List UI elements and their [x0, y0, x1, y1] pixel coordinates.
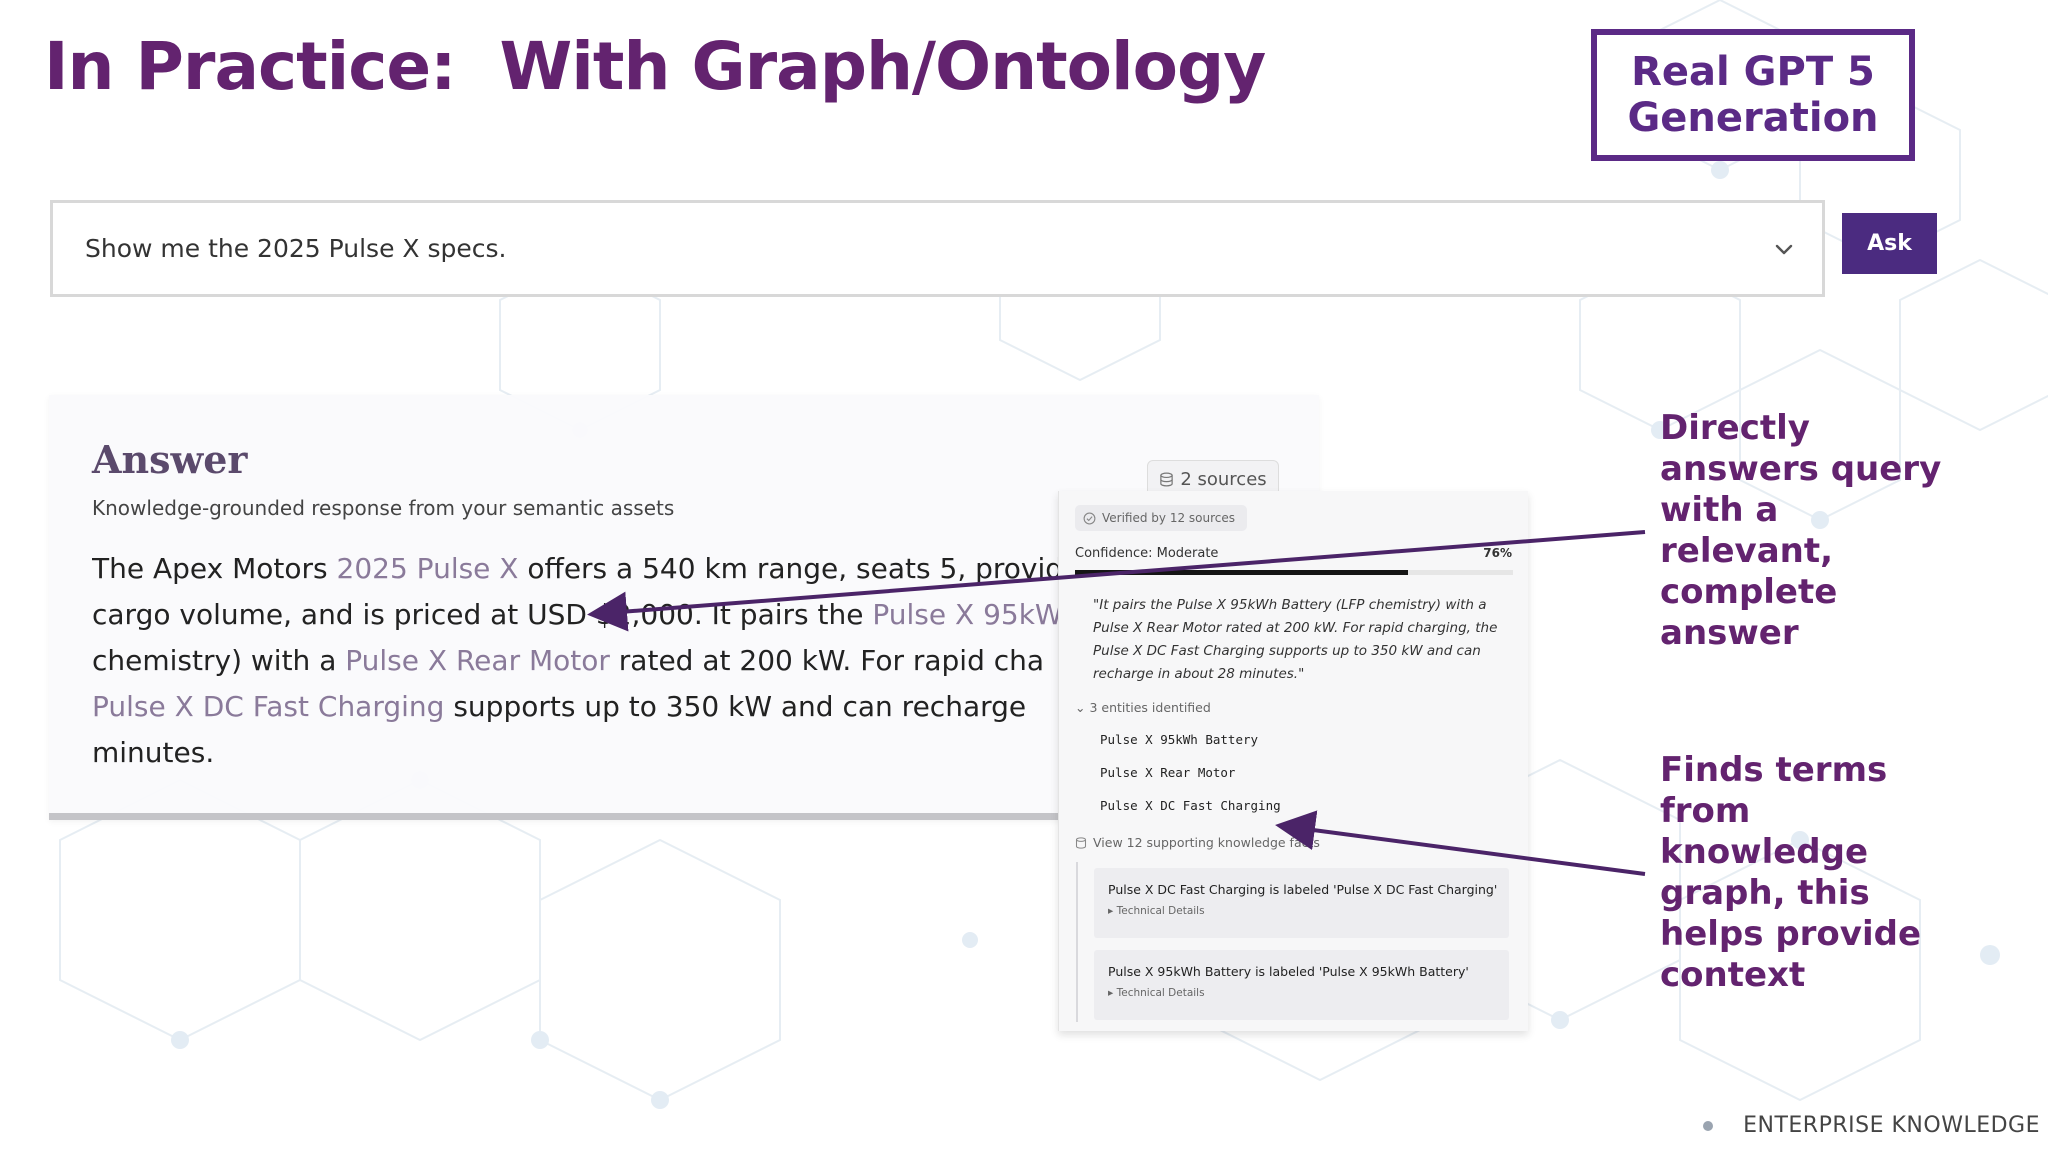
annotation-line: from — [1660, 791, 1751, 831]
supporting-facts-label: View 12 supporting knowledge facts — [1093, 835, 1320, 850]
fact-text: Pulse X DC Fast Charging is labeled 'Pul… — [1108, 882, 1498, 897]
annotation-line: Finds terms — [1660, 750, 1888, 790]
chevron-down-icon: ⌄ — [1075, 700, 1090, 715]
badge-line-1: Real GPT 5 — [1631, 49, 1875, 95]
fact-text: Pulse X 95kWh Battery is labeled 'Pulse … — [1108, 964, 1469, 979]
footer-brand: ENTERPRISE KNOWLEDGE — [1743, 1113, 2040, 1138]
answer-text: offers a 540 km range, seats 5, provid — [518, 552, 1064, 585]
database-icon — [1075, 836, 1087, 849]
sources-panel: Verified by 12 sources Confidence: Moder… — [1058, 491, 1528, 1031]
answer-text: chemistry) with a — [92, 644, 346, 677]
check-circle-icon — [1083, 512, 1096, 524]
annotation-line: answer — [1660, 613, 1799, 653]
answer-body: The Apex Motors 2025 Pulse X offers a 54… — [92, 546, 1112, 776]
badge-line-2: Generation — [1627, 95, 1879, 141]
database-icon — [1160, 472, 1174, 486]
annotation-line: graph, this — [1660, 873, 1870, 913]
entity-item[interactable]: Pulse X 95kWh Battery — [1100, 732, 1258, 747]
answer-subtitle: Knowledge-grounded response from your se… — [92, 496, 675, 520]
answer-text: supports up to 350 kW and can recharge — [444, 690, 1027, 723]
entity-link[interactable]: 2025 Pulse X — [337, 552, 519, 585]
entity-link[interactable]: Pulse X Rear Motor — [345, 644, 610, 677]
annotation-line: Directly — [1660, 408, 1810, 448]
ask-button[interactable]: Ask — [1842, 213, 1937, 274]
answer-line: The Apex Motors 2025 Pulse X offers a 54… — [92, 546, 1112, 592]
annotation-line: with a — [1660, 490, 1779, 530]
annotation-line: context — [1660, 955, 1806, 995]
annotation-line: knowledge — [1660, 832, 1869, 872]
sources-label: 2 sources — [1180, 468, 1267, 490]
evidence-quote: "It pairs the Pulse X 95kWh Battery (LFP… — [1093, 597, 1498, 682]
annotation-line: complete — [1660, 572, 1838, 612]
annotation-direct-answer: Directly answers query with a relevant, … — [1660, 408, 1960, 654]
confidence-bar — [1075, 570, 1513, 575]
technical-details-toggle[interactable]: ▸ Technical Details — [1108, 905, 1509, 917]
technical-details-label: Technical Details — [1116, 987, 1205, 999]
answer-title: Answer — [92, 437, 248, 482]
technical-details-toggle[interactable]: ▸ Technical Details — [1108, 987, 1509, 999]
entity-item[interactable]: Pulse X Rear Motor — [1100, 765, 1235, 780]
answer-line: Pulse X DC Fast Charging supports up to … — [92, 684, 1112, 730]
answer-line: minutes. — [92, 730, 1112, 776]
real-gpt5-badge: Real GPT 5 Generation — [1591, 29, 1915, 161]
annotation-line: helps provide — [1660, 914, 1922, 954]
answer-line: cargo volume, and is priced at USD $2,00… — [92, 592, 1112, 638]
verified-badge: Verified by 12 sources — [1075, 505, 1248, 531]
answer-text: cargo volume, and is priced at USD — [92, 598, 596, 631]
entity-link[interactable]: Pulse X 95kW — [872, 598, 1062, 631]
confidence-bar-fill — [1075, 570, 1408, 575]
answer-text: $2,000. — [595, 598, 703, 631]
annotation-graph-terms: Finds terms from knowledge graph, this h… — [1660, 750, 1960, 996]
entity-item[interactable]: Pulse X DC Fast Charging — [1100, 798, 1281, 813]
answer-line: chemistry) with a Pulse X Rear Motor rat… — [92, 638, 1112, 684]
answer-text: rated at 200 kW. For rapid cha — [609, 644, 1045, 677]
annotation-line: relevant, — [1660, 531, 1834, 571]
supporting-facts-toggle[interactable]: View 12 supporting knowledge facts — [1075, 835, 1320, 850]
verified-label: Verified by 12 sources — [1102, 511, 1236, 525]
answer-text: It pairs the — [702, 598, 873, 631]
answer-text: minutes. — [92, 736, 215, 769]
confidence-label: Confidence: Moderate — [1075, 546, 1219, 561]
knowledge-fact: Pulse X DC Fast Charging is labeled 'Pul… — [1094, 868, 1509, 938]
entities-label: 3 entities identified — [1089, 700, 1211, 715]
knowledge-fact: Pulse X 95kWh Battery is labeled 'Pulse … — [1094, 950, 1509, 1020]
entities-toggle[interactable]: ⌄ 3 entities identified — [1075, 700, 1211, 715]
triangle-right-icon: ▸ — [1108, 905, 1117, 917]
confidence-percent: 76% — [1483, 546, 1512, 560]
facts-divider — [1076, 862, 1078, 1022]
entity-link[interactable]: Pulse X DC Fast Charging — [92, 690, 444, 723]
chevron-down-icon[interactable] — [1772, 237, 1796, 261]
answer-text: The Apex Motors — [92, 552, 337, 585]
query-input[interactable]: Show me the 2025 Pulse X specs. — [50, 200, 1825, 297]
triangle-right-icon: ▸ — [1108, 987, 1117, 999]
technical-details-label: Technical Details — [1116, 905, 1205, 917]
annotation-line: answers query — [1660, 449, 1942, 489]
query-text: Show me the 2025 Pulse X specs. — [85, 234, 507, 263]
slide-title: In Practice: With Graph/Ontology — [44, 28, 1266, 105]
